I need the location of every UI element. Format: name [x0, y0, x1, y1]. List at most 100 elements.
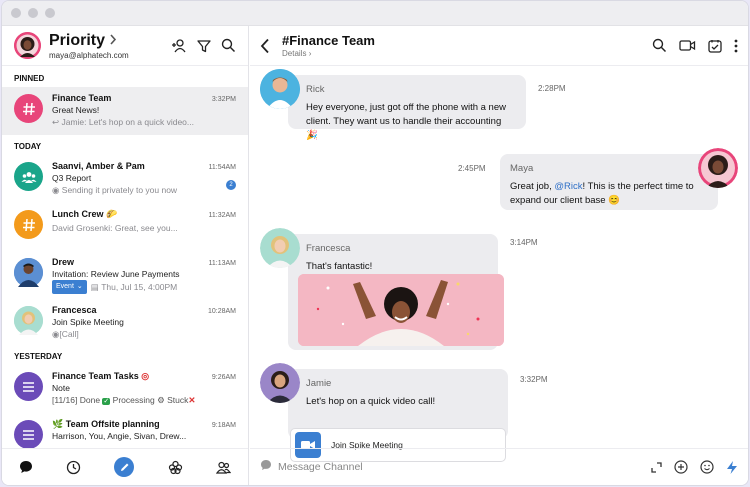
conversation-subject: Invitation: Review June Payments: [52, 269, 180, 279]
hashtag-icon: [14, 210, 43, 239]
conversation-finance-team[interactable]: Finance Team Great News! ↩ Jamie: Let's …: [2, 87, 248, 135]
message-text-line: Hey everyone, just got off the phone wit…: [306, 102, 506, 113]
user-avatar[interactable]: [14, 32, 41, 59]
chevron-right-icon[interactable]: [109, 32, 117, 50]
search-icon[interactable]: [221, 38, 236, 53]
expand-icon[interactable]: [651, 461, 662, 473]
message-input[interactable]: Message Channel: [278, 461, 651, 473]
unread-badge: 2: [226, 180, 236, 190]
emoji-icon[interactable]: [700, 460, 714, 474]
message-time: 3:32PM: [520, 375, 548, 384]
celebration-image[interactable]: [298, 274, 504, 346]
sidebar-header: Priority maya@alphatech.com: [2, 26, 248, 66]
chat-pane: #Finance Team Details › Rick Hey everyon…: [250, 26, 748, 485]
message-text-line: That's fantastic!: [306, 261, 373, 272]
conversation-drew[interactable]: Drew Invitation: Review June Payments Ev…: [2, 251, 248, 299]
task-processing: Processing: [112, 395, 155, 405]
gear-icon: ⚙: [157, 395, 165, 405]
message-sender: Francesca: [306, 243, 351, 254]
message-text-line: client. They want us to handle their acc…: [306, 116, 502, 127]
search-icon[interactable]: [652, 38, 667, 53]
conversation-team-offsite[interactable]: 🌿 Team Offsite planning Harrison, You, A…: [2, 413, 248, 453]
message-text-line: ! This is the perfect time to: [582, 181, 694, 192]
conversation-name: Team Offsite planning: [65, 419, 160, 429]
contacts-icon[interactable]: [216, 460, 232, 475]
eye-icon: ◉: [52, 185, 62, 195]
conversation-subject: Join Spike Meeting: [52, 317, 124, 327]
filter-icon[interactable]: [197, 39, 211, 53]
conversation-name: Finance Team Tasks: [52, 371, 139, 381]
avatar[interactable]: [260, 363, 300, 403]
conversation-saanvi-amber-pam[interactable]: Saanvi, Amber & Pam Q3 Report ◉ Sending …: [2, 155, 248, 203]
conversation-time: 9:26AM: [211, 374, 236, 381]
conversation-time: 11:13AM: [208, 260, 237, 267]
section-yesterday: YESTERDAY: [14, 351, 63, 361]
more-options-icon[interactable]: [734, 39, 738, 53]
conversation-time: 10:28AM: [207, 308, 236, 315]
details-label: Details: [282, 49, 307, 58]
conversation-subject: Harrison, You, Angie, Sivan, Drew...: [52, 431, 187, 441]
message-text-line: Let's hop on a quick video call!: [306, 396, 436, 407]
message-sender: Jamie: [306, 378, 332, 389]
lightning-icon[interactable]: [726, 460, 738, 475]
compose-icon[interactable]: [114, 457, 135, 477]
flower-icon[interactable]: [168, 460, 183, 475]
message-sender: Rick: [306, 84, 325, 95]
add-icon[interactable]: [674, 460, 688, 474]
message-time: 2:45PM: [458, 164, 486, 173]
message-time: 2:28PM: [538, 84, 566, 93]
taco-icon: 🌮: [106, 209, 118, 219]
avatar: [14, 258, 43, 287]
conversation-francesca[interactable]: Francesca Join Spike Meeting ◉[Call] 10:…: [2, 299, 248, 347]
conversation-name: Finance Team: [52, 93, 112, 103]
conversation-time: 9:18AM: [211, 422, 236, 429]
maximize-window-button[interactable]: [45, 8, 55, 18]
target-icon: ◎: [141, 371, 150, 381]
calendar-icon: ▤: [90, 282, 102, 292]
message-composer: Message Channel: [250, 448, 748, 485]
event-pill[interactable]: Event ⌄: [52, 280, 87, 294]
title-bar: [2, 1, 748, 26]
chat-icon[interactable]: [19, 460, 33, 474]
conversation-preview: David Grosenki: Great, see you...: [52, 223, 178, 233]
user-email: maya@alphatech.com: [49, 50, 129, 60]
clock-icon[interactable]: [66, 460, 81, 475]
avatar: [14, 306, 43, 335]
task-done-count: [11/16] Done: [52, 395, 101, 405]
conversation-sidebar: Priority maya@alphatech.com PINNED Finan…: [2, 26, 249, 485]
conversation-lunch-crew[interactable]: Lunch Crew 🌮 David Grosenki: Great, see …: [2, 203, 248, 251]
conversation-finance-team-tasks[interactable]: Finance Team Tasks ◎ Note [11/16] Done ✓…: [2, 365, 248, 413]
avatar[interactable]: [260, 69, 300, 109]
hashtag-icon: [14, 94, 43, 123]
chat-header: #Finance Team Details ›: [250, 26, 748, 66]
conversation-preview: [Call]: [59, 329, 79, 339]
plant-icon: 🌿: [52, 419, 64, 429]
section-pinned: PINNED: [14, 73, 45, 83]
smile-icon: 😊: [608, 195, 621, 206]
conversation-preview: Sending it privately to you now: [61, 185, 178, 195]
video-call-icon[interactable]: [679, 39, 696, 52]
user-mention[interactable]: @Rick: [554, 181, 582, 192]
group-icon: [14, 162, 43, 191]
tasks-icon[interactable]: [708, 39, 722, 53]
check-icon: ✓: [102, 398, 111, 405]
inbox-title[interactable]: Priority: [49, 32, 105, 50]
app-window: Priority maya@alphatech.com PINNED Finan…: [1, 0, 749, 486]
conversation-time: 3:32PM: [211, 96, 236, 103]
avatar[interactable]: [260, 228, 300, 268]
chat-bubble-icon: [260, 458, 272, 476]
conversation-preview: Thu, Jul 15, 4:00PM: [101, 282, 178, 292]
add-contact-icon[interactable]: [171, 38, 187, 54]
x-icon: ✕: [188, 395, 196, 405]
close-window-button[interactable]: [11, 8, 21, 18]
avatar[interactable]: [698, 148, 738, 188]
channel-details-link[interactable]: Details ›: [282, 49, 652, 58]
conversation-time: 11:54AM: [208, 164, 237, 171]
minimize-window-button[interactable]: [28, 8, 38, 18]
task-stuck: Stuck: [167, 395, 189, 405]
back-icon[interactable]: [260, 38, 270, 54]
conversation-subject: Q3 Report: [52, 173, 92, 183]
message-sender: Maya: [510, 163, 534, 174]
event-pill-label: Event: [56, 283, 74, 290]
chevron-down-icon: ⌄: [76, 283, 83, 290]
